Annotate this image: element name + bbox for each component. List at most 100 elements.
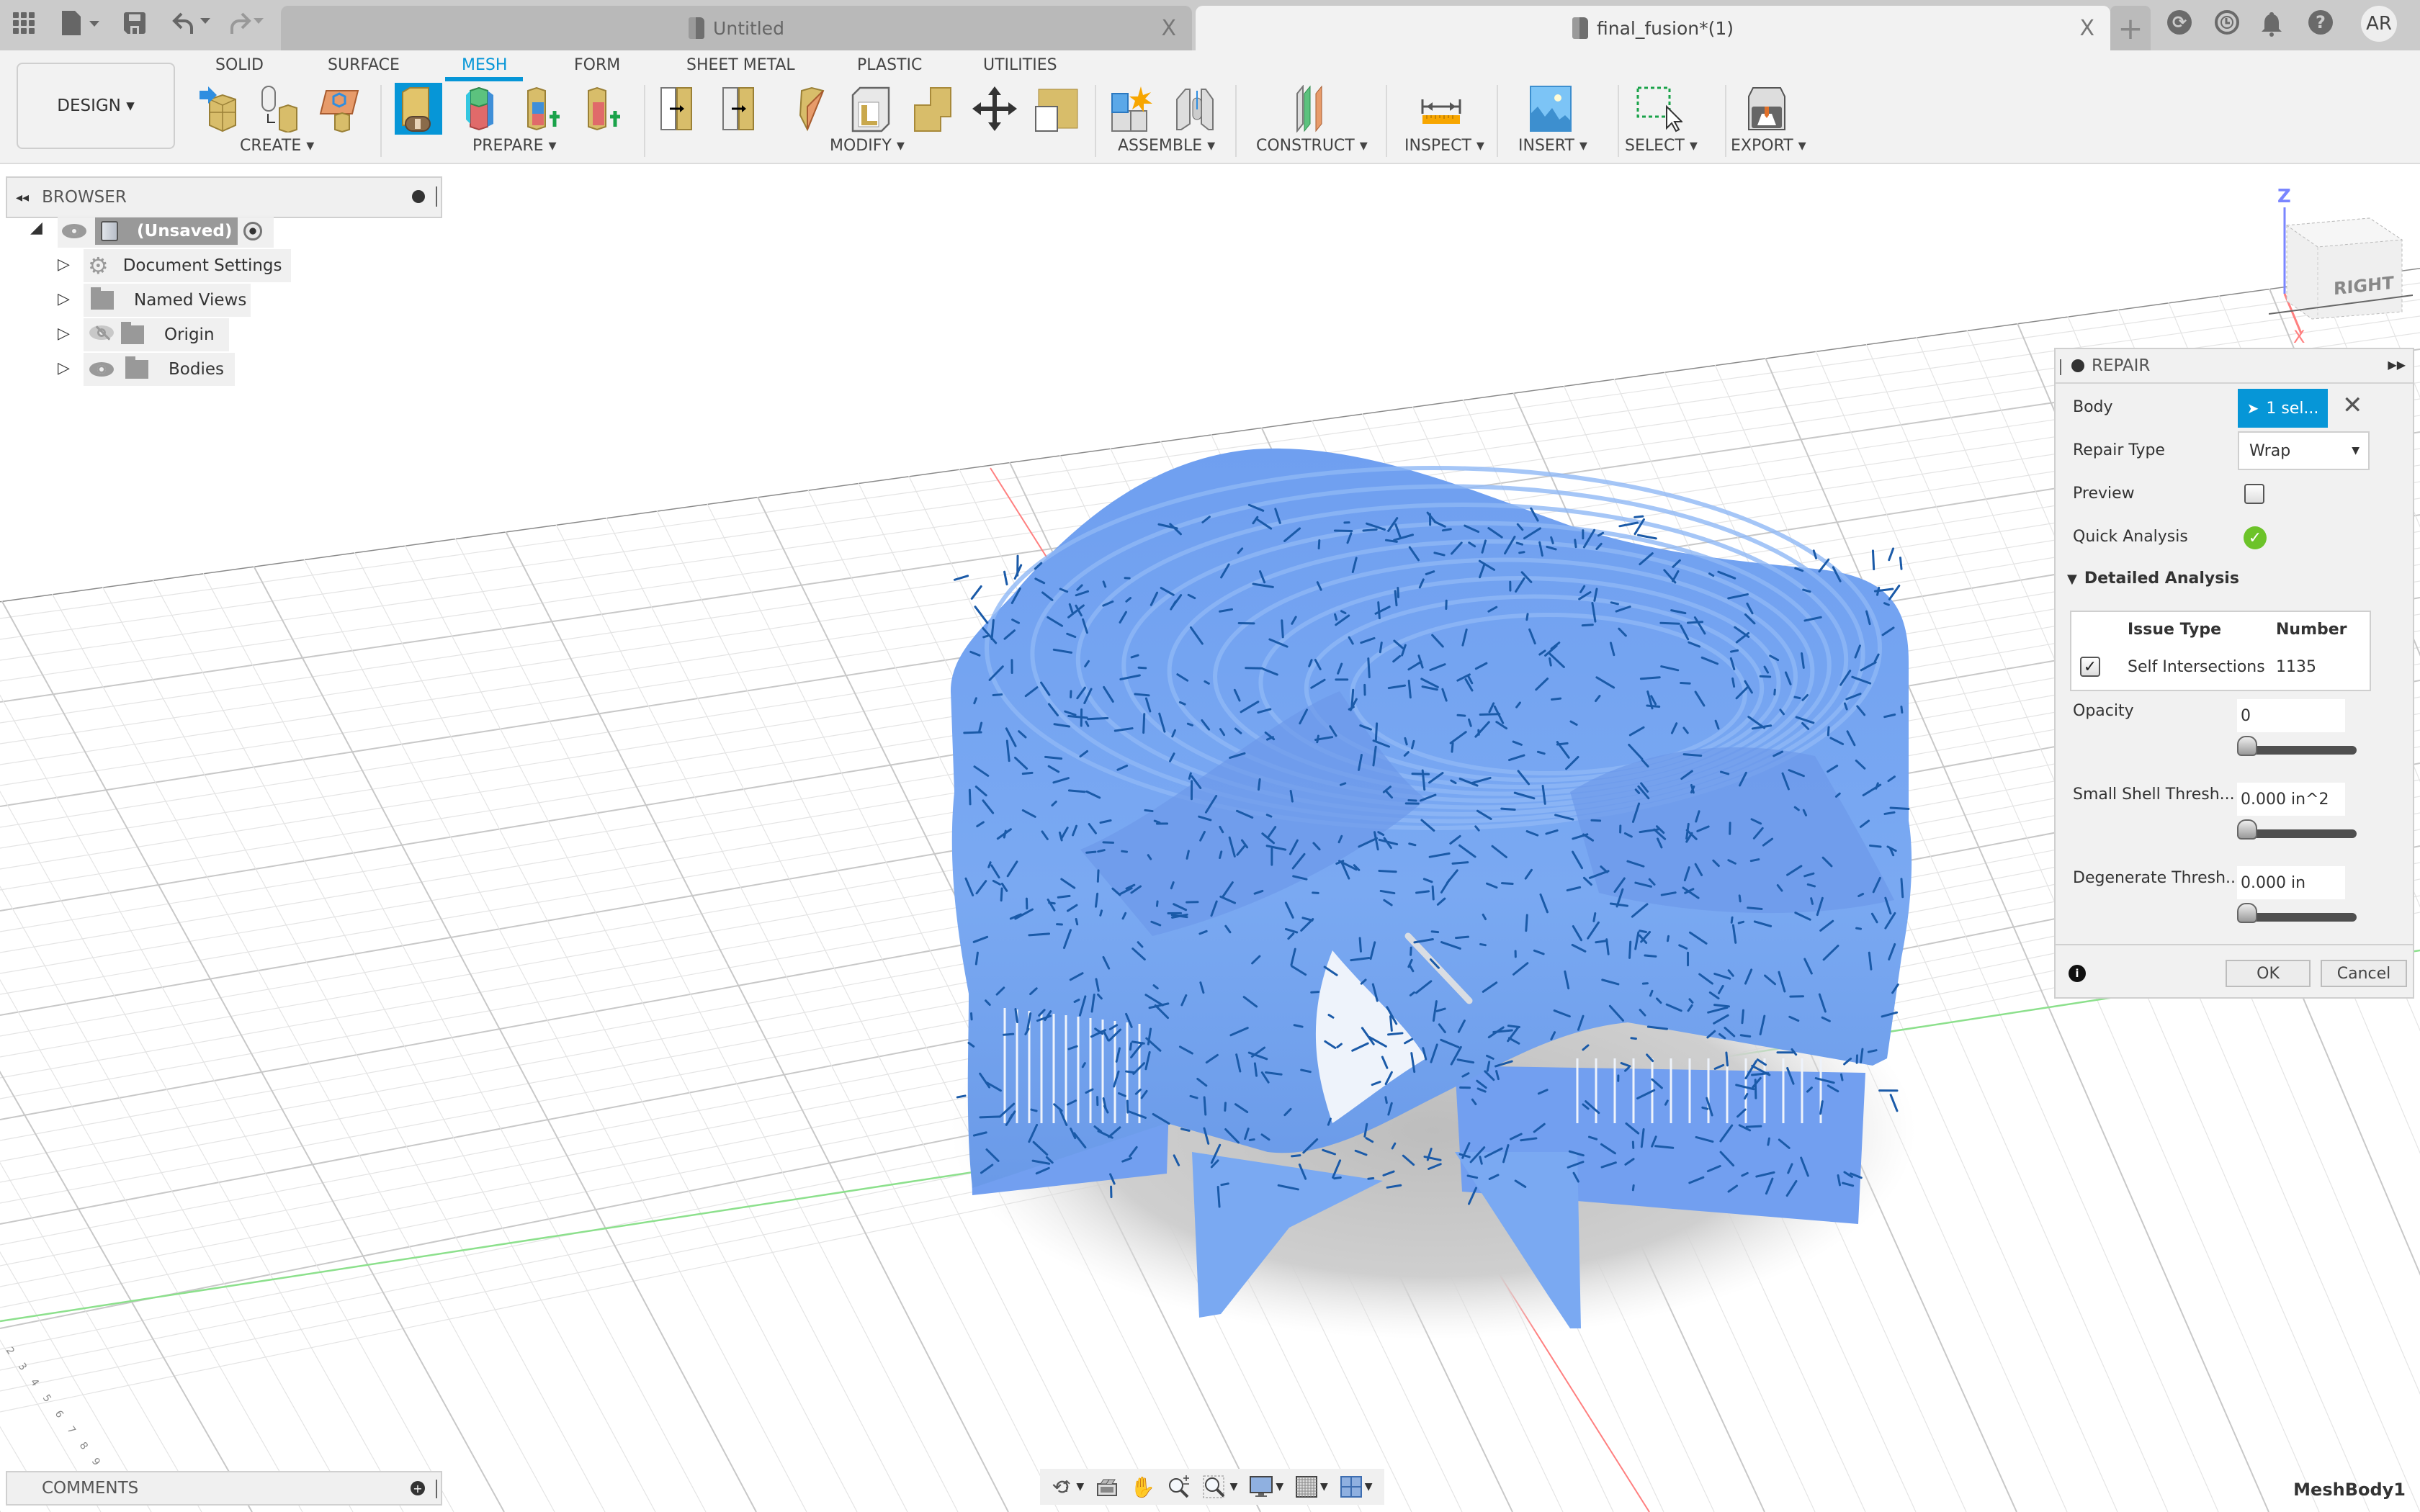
tab-final-fusion[interactable]: final_fusion*(1) X [1196, 6, 2110, 50]
redo-icon[interactable] [225, 9, 265, 37]
construct-menu[interactable]: CONSTRUCT ▾ [1256, 137, 1368, 155]
viewcube[interactable]: Z X RIGHT [2268, 186, 2414, 351]
scale-mesh-icon[interactable] [1033, 83, 1080, 135]
visibility-eye-icon[interactable] [89, 362, 114, 377]
save-icon[interactable] [124, 9, 145, 37]
tessellate-icon[interactable] [317, 83, 364, 135]
collapse-root-icon[interactable]: ◢ [30, 219, 42, 237]
issue-checkbox[interactable]: ✓ [2080, 657, 2100, 677]
clear-selection-icon[interactable]: ✕ [2342, 391, 2363, 420]
3d-print-icon[interactable] [1743, 83, 1791, 135]
browser-item-bodies[interactable]: Bodies [84, 353, 235, 386]
expand-icon[interactable]: ▷ [58, 325, 70, 343]
small-shell-slider[interactable] [2237, 819, 2357, 840]
activate-component-radio[interactable] [243, 222, 262, 240]
body-selection-button[interactable]: ➤ 1 sel... [2238, 389, 2328, 428]
browser-item-named-views[interactable]: Named Views [84, 284, 251, 317]
degenerate-input[interactable]: 0.000 in [2237, 866, 2345, 899]
slider-thumb[interactable] [2237, 819, 2257, 840]
preview-checkbox[interactable] [2244, 484, 2264, 504]
tab-untitled[interactable]: Untitled X [281, 6, 1192, 50]
insert-mesh-icon[interactable] [196, 83, 243, 135]
add-comment-icon[interactable]: + [411, 1481, 425, 1495]
browser-root[interactable]: (Unsaved) [58, 215, 274, 248]
small-shell-input[interactable]: 0.000 in^2 [2237, 783, 2345, 816]
file-icon[interactable] [60, 9, 99, 37]
visibility-hidden-icon[interactable] [89, 325, 114, 344]
tab-surface[interactable]: SURFACE [328, 50, 400, 79]
shell-icon[interactable] [847, 83, 895, 135]
root-component[interactable]: (Unsaved) [95, 217, 238, 245]
combine-face-groups-icon[interactable] [579, 83, 627, 135]
close-tab-icon[interactable]: X [1161, 16, 1176, 41]
expand-icon[interactable]: ▷ [58, 256, 70, 274]
detailed-analysis-toggle[interactable]: ▼ Detailed Analysis [2067, 570, 2239, 588]
add-face-group-icon[interactable] [519, 83, 566, 135]
grid-settings-icon[interactable]: ▼ [1296, 1476, 1328, 1498]
export-menu[interactable]: EXPORT ▾ [1731, 137, 1806, 155]
new-component-icon[interactable] [1108, 83, 1155, 135]
display-settings-icon[interactable]: ▼ [1250, 1476, 1283, 1498]
expand-icon[interactable]: ▷ [58, 359, 70, 377]
tab-sheet-metal[interactable]: SHEET METAL [686, 50, 795, 79]
browser-pin-icon[interactable] [412, 190, 425, 203]
tab-solid[interactable]: SOLID [215, 50, 264, 79]
remesh-icon[interactable] [458, 83, 506, 135]
zoom-window-icon[interactable]: ▼ [1203, 1475, 1237, 1498]
viewports-icon[interactable]: ▼ [1340, 1476, 1372, 1498]
browser-item-origin[interactable]: Origin [84, 318, 229, 351]
zoom-icon[interactable] [1168, 1475, 1191, 1498]
panel-resize-handle[interactable] [436, 1480, 438, 1498]
expand-icon[interactable]: ▷ [58, 290, 70, 308]
workspace-switcher-button[interactable]: DESIGN ▾ [17, 63, 175, 149]
browser-item-document-settings[interactable]: ⚙ Document Settings [84, 249, 291, 282]
generate-face-groups-icon[interactable] [395, 83, 442, 135]
tab-utilities[interactable]: UTILITIES [983, 50, 1057, 79]
app-grid-icon[interactable] [13, 9, 35, 37]
info-icon[interactable]: i [2069, 965, 2086, 982]
tab-plastic[interactable]: PLASTIC [857, 50, 922, 79]
convert-mesh-icon[interactable] [256, 83, 303, 135]
slider-thumb[interactable] [2237, 736, 2257, 756]
modify-menu[interactable]: MODIFY ▾ [830, 137, 905, 155]
slider-thumb[interactable] [2237, 903, 2257, 923]
assemble-menu[interactable]: ASSEMBLE ▾ [1118, 137, 1215, 155]
pan-icon[interactable]: ✋ [1130, 1475, 1155, 1499]
remesh-modify-icon[interactable] [722, 83, 769, 135]
job-status-icon[interactable] [2215, 10, 2239, 35]
ok-button[interactable]: OK [2226, 960, 2311, 987]
dialog-collapse-icon[interactable] [2071, 359, 2084, 372]
repair-type-dropdown[interactable]: Wrap ▼ [2238, 431, 2370, 470]
undo-icon[interactable] [171, 9, 212, 37]
orbit-icon[interactable]: ⟲ ⇡ ▼ [1052, 1475, 1084, 1499]
user-avatar[interactable]: AR [2361, 6, 2397, 42]
create-menu[interactable]: CREATE ▾ [240, 137, 314, 155]
opacity-input[interactable]: 0 [2237, 699, 2345, 732]
measure-icon[interactable] [1417, 83, 1465, 135]
cancel-button[interactable]: Cancel [2321, 960, 2407, 987]
help-icon[interactable]: ? [2308, 10, 2333, 35]
opacity-slider[interactable] [2237, 736, 2357, 756]
window-select-icon[interactable] [1635, 83, 1682, 135]
plane-cut-icon[interactable] [786, 83, 834, 135]
visibility-eye-icon[interactable] [62, 224, 86, 238]
notifications-icon[interactable] [2262, 10, 2282, 39]
prepare-menu[interactable]: PREPARE ▾ [472, 137, 557, 155]
inspect-menu[interactable]: INSPECT ▾ [1404, 137, 1484, 155]
reduce-icon[interactable] [660, 83, 707, 135]
offset-plane-icon[interactable] [1286, 83, 1334, 135]
collapse-panel-icon[interactable]: ◂◂ [16, 190, 29, 205]
move-icon[interactable] [971, 83, 1018, 135]
expand-dialog-icon[interactable]: ▶▶ [2388, 358, 2406, 372]
degenerate-slider[interactable] [2237, 903, 2357, 923]
panel-resize-handle[interactable] [436, 186, 438, 207]
insert-image-icon[interactable] [1527, 83, 1574, 135]
look-at-icon[interactable] [1096, 1477, 1118, 1497]
tab-mesh[interactable]: MESH [462, 50, 507, 79]
combine-icon[interactable] [909, 83, 956, 135]
joint-icon[interactable] [1171, 83, 1219, 135]
select-menu[interactable]: SELECT ▾ [1625, 137, 1698, 155]
new-tab-icon[interactable]: + [2110, 6, 2151, 50]
extensions-icon[interactable]: ⟳ [2167, 10, 2192, 35]
close-tab-icon[interactable]: X [2079, 16, 2094, 41]
